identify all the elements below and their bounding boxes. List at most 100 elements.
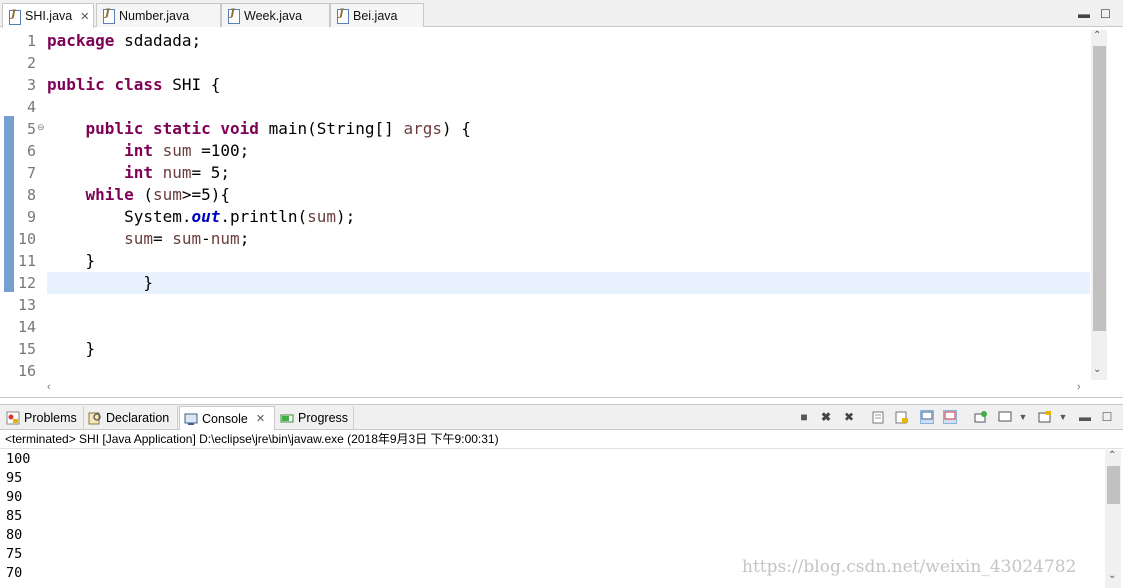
- maximize-icon[interactable]: ☐: [1100, 410, 1114, 424]
- code-line[interactable]: while (sum>=5){: [47, 184, 1090, 206]
- minimize-icon[interactable]: ▬: [1078, 7, 1090, 21]
- line-number: 8: [26, 186, 36, 204]
- scroll-up-icon[interactable]: ⌃: [1093, 30, 1101, 41]
- line-number: 16: [17, 362, 36, 380]
- code-token: main(String[]: [258, 119, 404, 138]
- code-line[interactable]: [47, 316, 1090, 338]
- code-editor[interactable]: 1 2 3 4 5 6 7 8 9 10 11 12 13 14 15 16 ⊖…: [0, 28, 1123, 398]
- line-number: 15: [17, 340, 36, 358]
- close-icon[interactable]: ✕: [80, 10, 89, 23]
- console-vertical-scrollbar[interactable]: ⌃ ⌄: [1105, 450, 1121, 588]
- code-line[interactable]: [47, 294, 1090, 316]
- chevron-down-icon[interactable]: ▼: [1056, 410, 1070, 424]
- line-number: 5: [26, 120, 36, 138]
- field-token: out: [191, 207, 221, 226]
- line-number: 6: [26, 142, 36, 160]
- code-line[interactable]: [47, 96, 1090, 118]
- code-line[interactable]: sum= sum-num;: [47, 228, 1090, 250]
- console-output-line: 90: [6, 489, 23, 505]
- tab-label: Console: [202, 411, 248, 426]
- code-line[interactable]: [47, 360, 1090, 382]
- terminate-icon[interactable]: ■: [797, 410, 811, 424]
- pin-console-icon[interactable]: [974, 410, 988, 424]
- scroll-down-icon[interactable]: ⌄: [1093, 364, 1101, 375]
- code-token: = 5;: [191, 163, 231, 182]
- declaration-icon: [88, 411, 102, 425]
- tab-label: Number.java: [119, 8, 190, 23]
- code-token: -: [201, 229, 211, 248]
- code-token: SHI {: [162, 75, 221, 94]
- variable-token: sum: [124, 229, 153, 248]
- tab-declaration[interactable]: Declaration: [84, 406, 178, 430]
- panel-tab-bar: Problems Declaration Console ✕ Progress …: [0, 404, 1123, 430]
- variable-token: sum: [172, 229, 202, 248]
- code-line[interactable]: [47, 52, 1090, 74]
- tab-problems[interactable]: Problems: [2, 406, 84, 430]
- minimize-icon[interactable]: ▬: [1078, 410, 1092, 424]
- code-token: (: [133, 185, 153, 204]
- scrollbar-thumb[interactable]: [1093, 46, 1106, 331]
- line-number: 3: [26, 76, 36, 94]
- code-line[interactable]: }: [47, 250, 1090, 272]
- scroll-up-icon[interactable]: ⌃: [1108, 450, 1116, 461]
- tab-shi-java[interactable]: SHI.java ✕: [2, 3, 94, 28]
- editor-tab-bar: SHI.java ✕ Number.java Week.java Bei.jav…: [0, 0, 1123, 28]
- code-token: }: [47, 251, 96, 270]
- show-console-stderr-icon[interactable]: [943, 410, 957, 424]
- remove-all-terminated-icon[interactable]: ✖: [842, 410, 856, 424]
- scroll-lock-icon[interactable]: [895, 410, 909, 424]
- fold-collapse-icon[interactable]: ⊖: [37, 122, 45, 133]
- editor-vertical-scrollbar[interactable]: ⌃ ⌄: [1091, 30, 1107, 380]
- remove-launch-icon[interactable]: ✖: [819, 410, 833, 424]
- code-line[interactable]: int num= 5;: [47, 162, 1090, 184]
- tab-console[interactable]: Console ✕: [179, 406, 275, 430]
- keyword-token: public: [47, 75, 105, 94]
- code-token: sdadada;: [114, 31, 202, 50]
- code-line[interactable]: System.out.println(sum);: [47, 206, 1090, 228]
- tab-number-java[interactable]: Number.java: [96, 3, 221, 27]
- scroll-down-icon[interactable]: ⌄: [1108, 570, 1116, 581]
- code-token: }: [47, 339, 96, 358]
- editor-horizontal-scrollbar[interactable]: ‹ ›: [47, 380, 1092, 396]
- clear-console-icon[interactable]: [872, 410, 886, 424]
- variable-token: sum: [162, 141, 192, 160]
- problems-icon: [6, 411, 20, 425]
- show-console-stdout-icon[interactable]: [920, 410, 934, 424]
- open-console-icon[interactable]: [1038, 410, 1052, 424]
- code-line[interactable]: public class SHI {: [47, 74, 1090, 96]
- code-token: System.: [47, 207, 192, 226]
- code-line[interactable]: package sdadada;: [47, 30, 1090, 52]
- variable-token: sum: [307, 207, 337, 226]
- line-number: 1: [26, 32, 36, 50]
- tab-progress[interactable]: Progress: [276, 406, 354, 430]
- tab-week-java[interactable]: Week.java: [221, 3, 330, 27]
- scroll-left-icon[interactable]: ‹: [47, 381, 51, 393]
- current-code-line[interactable]: }: [47, 272, 1090, 294]
- scrollbar-thumb[interactable]: [1107, 466, 1120, 504]
- scroll-right-icon[interactable]: ›: [1077, 381, 1081, 393]
- chevron-down-icon[interactable]: ▼: [1016, 410, 1030, 424]
- keyword-token: while: [85, 185, 134, 204]
- code-token: =100;: [191, 141, 250, 160]
- tab-label: Declaration: [106, 411, 170, 425]
- maximize-icon[interactable]: ☐: [1100, 7, 1111, 21]
- display-selected-console-icon[interactable]: [998, 410, 1012, 424]
- code-line[interactable]: }: [47, 338, 1090, 360]
- line-number: 9: [26, 208, 36, 226]
- code-lines[interactable]: package sdadada; public class SHI { publi…: [47, 30, 1090, 382]
- line-number: 10: [17, 230, 36, 248]
- code-line[interactable]: public static void main(String[] args) {: [47, 118, 1090, 140]
- keyword-token: int: [124, 141, 153, 160]
- tab-bei-java[interactable]: Bei.java: [330, 3, 424, 27]
- close-icon[interactable]: ✕: [256, 412, 265, 425]
- code-line[interactable]: int sum =100;: [47, 140, 1090, 162]
